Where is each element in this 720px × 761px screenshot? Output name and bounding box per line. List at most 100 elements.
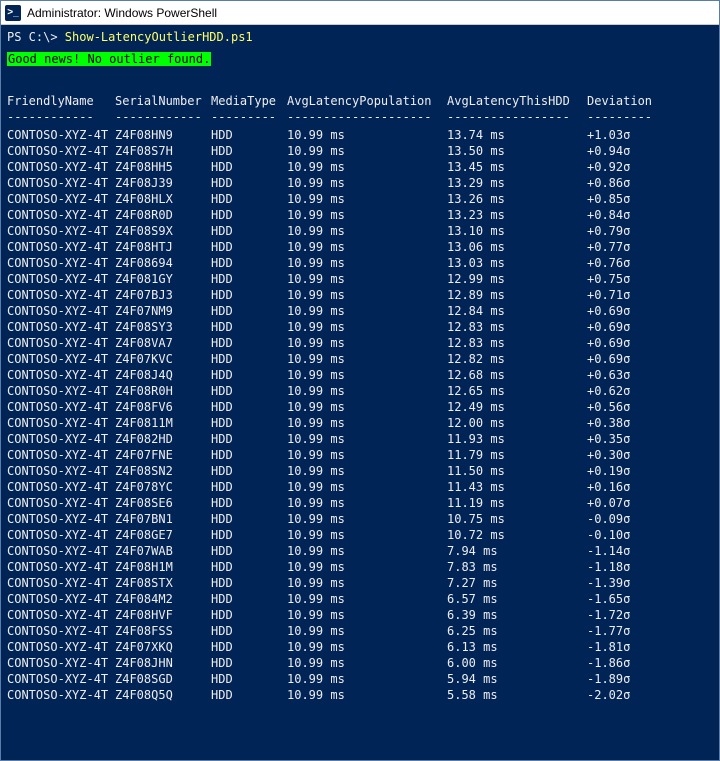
cell-serialnumber: Z4F08S9X xyxy=(115,223,211,239)
cell-avglatencypop: 10.99 ms xyxy=(287,575,447,591)
cell-avglatencythis: 12.84 ms xyxy=(447,303,587,319)
cell-avglatencypop: 10.99 ms xyxy=(287,207,447,223)
cell-friendlyname: CONTOSO-XYZ-4T xyxy=(7,367,115,383)
cell-friendlyname: CONTOSO-XYZ-4T xyxy=(7,623,115,639)
cell-serialnumber: Z4F08GE7 xyxy=(115,527,211,543)
cell-avglatencypop: 10.99 ms xyxy=(287,655,447,671)
cell-avglatencypop: 10.99 ms xyxy=(287,431,447,447)
table-row: CONTOSO-XYZ-4TZ4F08FSSHDD10.99 ms 6.25 m… xyxy=(7,623,713,639)
cell-deviation: +0.86σ xyxy=(587,175,667,191)
cell-serialnumber: Z4F08694 xyxy=(115,255,211,271)
cell-mediatype: HDD xyxy=(211,447,287,463)
cell-avglatencythis: 11.50 ms xyxy=(447,463,587,479)
cell-friendlyname: CONTOSO-XYZ-4T xyxy=(7,303,115,319)
cell-avglatencythis: 12.65 ms xyxy=(447,383,587,399)
cell-serialnumber: Z4F07WAB xyxy=(115,543,211,559)
table-row: CONTOSO-XYZ-4TZ4F08HTJHDD10.99 ms13.06 m… xyxy=(7,239,713,255)
cell-serialnumber: Z4F08Q5Q xyxy=(115,687,211,703)
cell-mediatype: HDD xyxy=(211,463,287,479)
divider: -------------------- xyxy=(287,109,447,125)
cell-avglatencythis: 11.43 ms xyxy=(447,479,587,495)
cell-avglatencypop: 10.99 ms xyxy=(287,687,447,703)
table-divider-row: ------------ ------------ --------- ----… xyxy=(7,109,713,125)
table-row: CONTOSO-XYZ-4TZ4F08SY3HDD10.99 ms12.83 m… xyxy=(7,319,713,335)
cell-mediatype: HDD xyxy=(211,655,287,671)
cell-avglatencythis: 13.10 ms xyxy=(447,223,587,239)
table-row: CONTOSO-XYZ-4TZ4F08SE6HDD10.99 ms11.19 m… xyxy=(7,495,713,511)
cell-mediatype: HDD xyxy=(211,687,287,703)
cell-deviation: +0.16σ xyxy=(587,479,667,495)
divider: ----------------- xyxy=(447,109,587,125)
cell-deviation: -1.65σ xyxy=(587,591,667,607)
cell-deviation: +0.75σ xyxy=(587,271,667,287)
table-row: CONTOSO-XYZ-4TZ4F08VA7HDD10.99 ms12.83 m… xyxy=(7,335,713,351)
cell-mediatype: HDD xyxy=(211,175,287,191)
cell-deviation: -1.86σ xyxy=(587,655,667,671)
cell-avglatencypop: 10.99 ms xyxy=(287,607,447,623)
prompt-path: PS C:\> xyxy=(7,30,65,44)
cell-avglatencypop: 10.99 ms xyxy=(287,223,447,239)
window-titlebar[interactable]: >_ Administrator: Windows PowerShell xyxy=(1,1,719,25)
cell-serialnumber: Z4F07KVC xyxy=(115,351,211,367)
table-row: CONTOSO-XYZ-4TZ4F084M2HDD10.99 ms 6.57 m… xyxy=(7,591,713,607)
cell-friendlyname: CONTOSO-XYZ-4T xyxy=(7,415,115,431)
cell-deviation: +0.69σ xyxy=(587,303,667,319)
cell-avglatencythis: 11.19 ms xyxy=(447,495,587,511)
cell-serialnumber: Z4F07BJ3 xyxy=(115,287,211,303)
cell-avglatencythis: 6.25 ms xyxy=(447,623,587,639)
cell-avglatencypop: 10.99 ms xyxy=(287,255,447,271)
cell-avglatencypop: 10.99 ms xyxy=(287,479,447,495)
table-row: CONTOSO-XYZ-4TZ4F08R0DHDD10.99 ms13.23 m… xyxy=(7,207,713,223)
table-row: CONTOSO-XYZ-4TZ4F08HVFHDD10.99 ms 6.39 m… xyxy=(7,607,713,623)
cell-friendlyname: CONTOSO-XYZ-4T xyxy=(7,399,115,415)
cell-avglatencypop: 10.99 ms xyxy=(287,367,447,383)
cell-avglatencypop: 10.99 ms xyxy=(287,543,447,559)
cell-friendlyname: CONTOSO-XYZ-4T xyxy=(7,607,115,623)
cell-deviation: +0.69σ xyxy=(587,319,667,335)
cell-deviation: +0.56σ xyxy=(587,399,667,415)
cell-friendlyname: CONTOSO-XYZ-4T xyxy=(7,495,115,511)
cell-mediatype: HDD xyxy=(211,271,287,287)
table-row: CONTOSO-XYZ-4TZ4F08S7HHDD10.99 ms13.50 m… xyxy=(7,143,713,159)
cell-serialnumber: Z4F08SE6 xyxy=(115,495,211,511)
cell-avglatencythis: 12.89 ms xyxy=(447,287,587,303)
cell-mediatype: HDD xyxy=(211,319,287,335)
cell-avglatencythis: 7.83 ms xyxy=(447,559,587,575)
cell-avglatencypop: 10.99 ms xyxy=(287,399,447,415)
divider: ------------ xyxy=(115,109,211,125)
cell-avglatencypop: 10.99 ms xyxy=(287,175,447,191)
table-row: CONTOSO-XYZ-4TZ4F08JHNHDD10.99 ms 6.00 m… xyxy=(7,655,713,671)
cell-avglatencypop: 10.99 ms xyxy=(287,559,447,575)
cell-friendlyname: CONTOSO-XYZ-4T xyxy=(7,575,115,591)
cell-deviation: +0.84σ xyxy=(587,207,667,223)
cell-serialnumber: Z4F07BN1 xyxy=(115,511,211,527)
cell-avglatencypop: 10.99 ms xyxy=(287,127,447,143)
header-friendlyname: FriendlyName xyxy=(7,93,115,109)
cell-avglatencythis: 12.83 ms xyxy=(447,319,587,335)
cell-serialnumber: Z4F08VA7 xyxy=(115,335,211,351)
cell-mediatype: HDD xyxy=(211,127,287,143)
cell-friendlyname: CONTOSO-XYZ-4T xyxy=(7,655,115,671)
cell-mediatype: HDD xyxy=(211,543,287,559)
cell-deviation: +0.69σ xyxy=(587,335,667,351)
cell-friendlyname: CONTOSO-XYZ-4T xyxy=(7,143,115,159)
cell-avglatencythis: 13.74 ms xyxy=(447,127,587,143)
cell-serialnumber: Z4F08SY3 xyxy=(115,319,211,335)
cell-friendlyname: CONTOSO-XYZ-4T xyxy=(7,191,115,207)
cell-deviation: +0.85σ xyxy=(587,191,667,207)
cell-serialnumber: Z4F08R0H xyxy=(115,383,211,399)
cell-avglatencythis: 13.06 ms xyxy=(447,239,587,255)
cell-deviation: -1.14σ xyxy=(587,543,667,559)
cell-avglatencythis: 5.94 ms xyxy=(447,671,587,687)
cell-mediatype: HDD xyxy=(211,287,287,303)
cell-avglatencypop: 10.99 ms xyxy=(287,303,447,319)
prompt-command: Show-LatencyOutlierHDD.ps1 xyxy=(65,30,253,44)
cell-friendlyname: CONTOSO-XYZ-4T xyxy=(7,351,115,367)
terminal-body[interactable]: PS C:\> Show-LatencyOutlierHDD.ps1 Good … xyxy=(1,25,719,760)
cell-avglatencythis: 12.99 ms xyxy=(447,271,587,287)
cell-mediatype: HDD xyxy=(211,607,287,623)
cell-avglatencythis: 12.82 ms xyxy=(447,351,587,367)
cell-friendlyname: CONTOSO-XYZ-4T xyxy=(7,383,115,399)
cell-avglatencythis: 13.23 ms xyxy=(447,207,587,223)
cell-serialnumber: Z4F07FNE xyxy=(115,447,211,463)
